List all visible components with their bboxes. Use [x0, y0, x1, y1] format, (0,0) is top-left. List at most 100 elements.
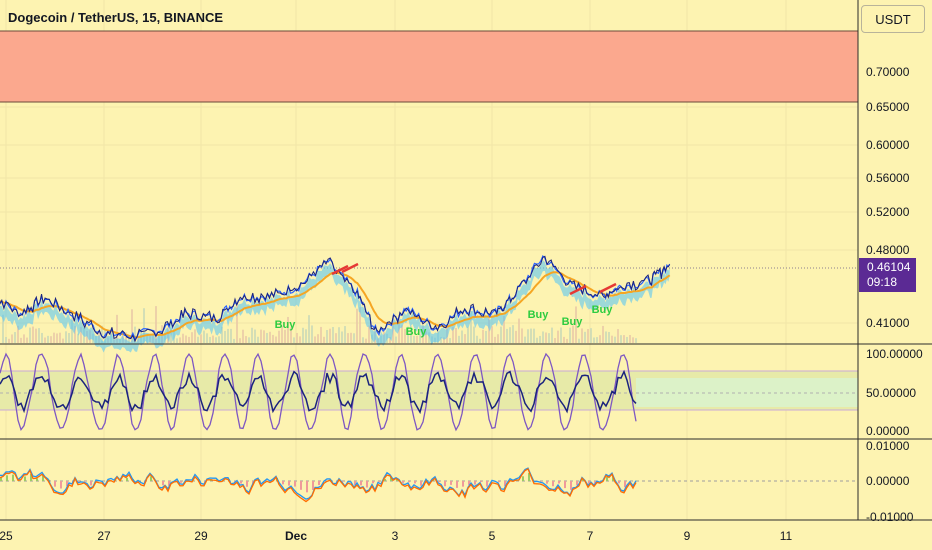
volume-bar: [455, 327, 457, 343]
macd-histogram-bar: [552, 481, 554, 487]
volume-bar: [458, 335, 460, 343]
buy-signal-label: Buy: [275, 319, 297, 331]
volume-bar: [587, 329, 589, 343]
price-axis-ticks: 0.70000 0.65000 0.60000 0.56000 0.52000 0.480…: [866, 65, 923, 524]
volume-bar: [356, 308, 358, 343]
time-axis-ticks: 25 27 29 Dec 3 5 7 9 11: [0, 529, 793, 543]
volume-bar: [590, 328, 592, 343]
volume-bar: [560, 327, 562, 343]
macd-histogram-bar: [378, 481, 380, 482]
macd-histogram-bar: [318, 481, 320, 486]
macd-histogram-bar: [90, 481, 92, 486]
volume-bar: [215, 337, 217, 343]
volume-bar: [350, 332, 352, 343]
volume-bar: [182, 333, 184, 343]
macd-histogram-bar: [294, 481, 296, 487]
volume-bar: [176, 338, 178, 343]
volume-bar: [8, 338, 10, 343]
macd-histogram-bar: [180, 481, 182, 483]
macd-histogram-bar: [6, 475, 8, 481]
macd-histogram-bar: [558, 481, 560, 484]
macd-histogram-bar: [372, 481, 374, 484]
volume-bar: [320, 326, 322, 343]
volume-bar: [506, 328, 508, 343]
volume-bar: [11, 334, 13, 343]
volume-bar: [203, 330, 205, 343]
resistance-zone: [0, 31, 858, 102]
symbol-title: Dogecoin / TetherUS, 15, BINANCE: [8, 10, 224, 25]
price-axis-tick-label: 0.56000: [866, 171, 910, 185]
volume-bar: [47, 335, 49, 343]
volume-bar: [59, 332, 61, 343]
volume-bar: [188, 336, 190, 343]
volume-bar: [476, 335, 478, 343]
price-axis-tick-label: 0.48000: [866, 243, 910, 257]
volume-bar: [26, 337, 28, 343]
volume-bar: [278, 330, 280, 343]
volume-bar: [53, 332, 55, 343]
volume-bar: [632, 337, 634, 343]
volume-bar: [467, 326, 469, 343]
candle-countdown: 09:18: [867, 275, 898, 289]
volume-bar: [275, 336, 277, 343]
volume-bar: [224, 330, 226, 343]
last-price-tag: 0.46104 09:18: [859, 258, 916, 292]
volume-bar: [614, 336, 616, 343]
volume-bar: [635, 338, 637, 343]
volume-bar: [512, 325, 514, 343]
volume-bar: [569, 327, 571, 343]
volume-bar: [248, 337, 250, 343]
currency-button[interactable]: USDT: [861, 5, 925, 33]
volume-bar: [209, 336, 211, 343]
macd-histogram-bar: [546, 481, 548, 484]
volume-bar: [230, 328, 232, 343]
volume-bar: [23, 334, 25, 343]
volume-bar: [251, 327, 253, 343]
stoch-axis-tick-label: 50.00000: [866, 386, 916, 400]
macd-histogram-bar: [246, 481, 248, 487]
macd-histogram-bar: [444, 481, 446, 487]
time-axis-tick-label: 5: [489, 529, 496, 543]
volume-bar: [626, 336, 628, 343]
volume-bar: [317, 334, 319, 343]
volume-bar: [542, 331, 544, 343]
macd-histogram-bar: [576, 481, 578, 485]
volume-bar: [242, 329, 244, 343]
volume-bar: [524, 336, 526, 343]
macd-histogram-bar: [240, 481, 242, 484]
volume-bar: [245, 336, 247, 343]
volume-bar: [233, 338, 235, 343]
volume-bar: [308, 315, 310, 343]
buy-signal-label: Buy: [406, 326, 428, 338]
volume-bar: [269, 331, 271, 343]
volume-bar: [338, 327, 340, 343]
macd-histogram-bar: [300, 481, 302, 490]
macd-histogram-bar: [306, 481, 308, 493]
volume-bar: [35, 328, 37, 343]
macd-histogram-bar: [12, 474, 14, 481]
macd-histogram-bar: [24, 476, 26, 481]
volume-bar: [227, 328, 229, 343]
chart-stage: 0.70000 0.65000 0.60000 0.56000 0.52000 0.480…: [0, 0, 932, 550]
volume-bar: [482, 329, 484, 343]
volume-bar: [494, 336, 496, 343]
volume-bar: [347, 333, 349, 343]
volume-bar: [44, 337, 46, 343]
volume-bar: [353, 333, 355, 343]
stoch-axis-tick-label: 100.00000: [866, 347, 923, 361]
volume-bar: [200, 334, 202, 343]
volume-bar: [401, 325, 403, 343]
volume-bar: [29, 327, 31, 343]
volume-bar: [581, 328, 583, 343]
volume-bar: [257, 336, 259, 343]
macd-histogram-bar: [606, 476, 608, 481]
volume-bar: [530, 328, 532, 343]
stoch-axis-tick-label: 0.00000: [866, 424, 910, 438]
volume-bar: [521, 328, 523, 343]
volume-bar: [305, 329, 307, 343]
macd-histogram-bar: [486, 481, 488, 487]
volume-bar: [239, 338, 241, 343]
chart-canvas[interactable]: 0.70000 0.65000 0.60000 0.56000 0.52000 0.480…: [0, 0, 932, 550]
volume-bar: [314, 336, 316, 343]
macd-histogram-bar: [474, 481, 476, 485]
